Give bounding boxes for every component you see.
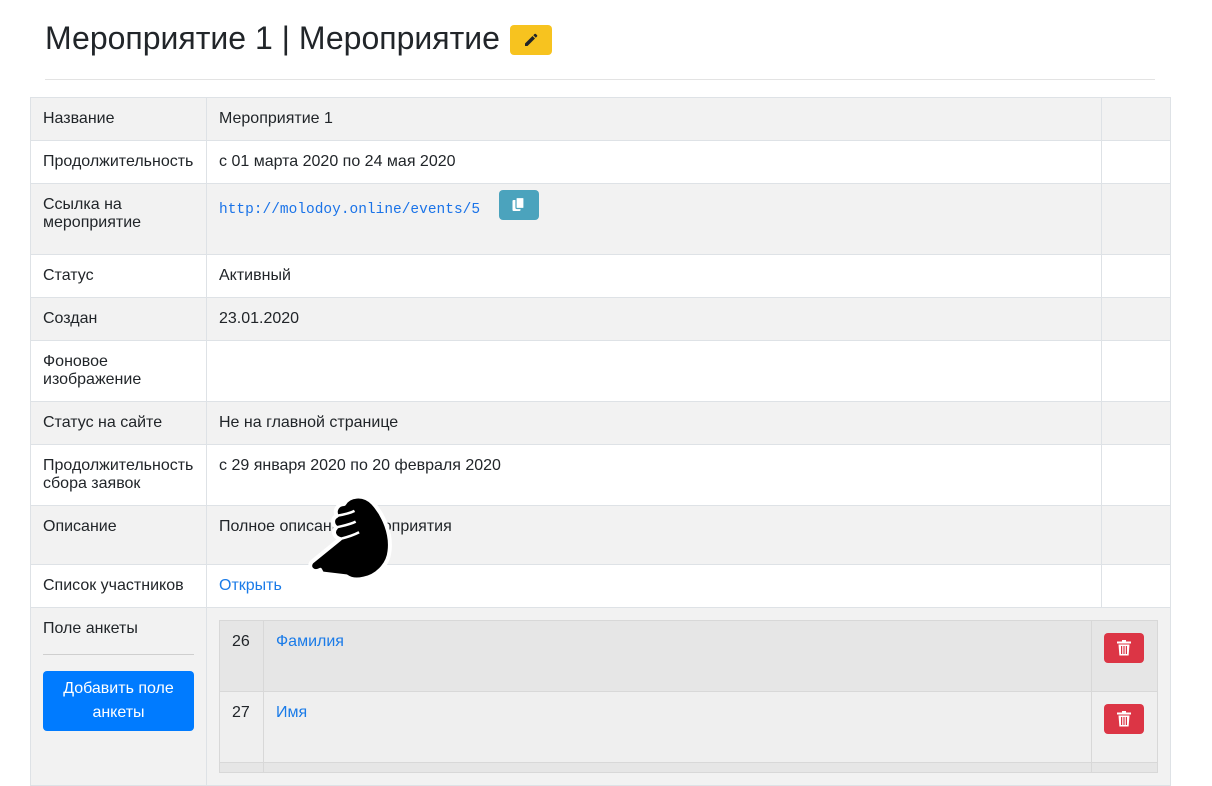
event-link-label: Ссылка на мероприятие (30, 183, 207, 255)
action-cell (1101, 564, 1171, 608)
event-details-table: Название Мероприятие 1 Продолжительность… (30, 97, 1171, 786)
name-label: Название (30, 97, 207, 141)
table-row: Фоновое изображение (30, 340, 1171, 402)
delete-field-button[interactable] (1104, 704, 1144, 734)
action-cell (1101, 97, 1171, 141)
form-field-label: Поле анкеты (43, 620, 138, 637)
table-row: Создан 23.01.2020 (30, 297, 1171, 341)
add-form-field-button[interactable]: Добавить поле анкеты (43, 671, 194, 731)
table-row: Продолжительность сбора заявок с 29 янва… (30, 444, 1171, 506)
form-fields-cell: 26 Фамилия 27 Имя (206, 607, 1171, 786)
table-row (219, 762, 1158, 773)
table-row: 27 Имя (219, 691, 1158, 763)
event-link[interactable]: http://molodoy.online/events/5 (219, 202, 480, 218)
field-id (219, 762, 264, 773)
description-value: Полное описание мероприятия (206, 505, 1102, 565)
table-row: Статус на сайте Не на главной странице (30, 401, 1171, 445)
action-cell (1101, 340, 1171, 402)
description-label: Описание (30, 505, 207, 565)
action-cell (1101, 183, 1171, 255)
action-cell (1101, 401, 1171, 445)
table-row: Продолжительность с 01 марта 2020 по 24 … (30, 140, 1171, 184)
participants-label: Список участников (30, 564, 207, 608)
table-row: Поле анкеты Добавить поле анкеты 26 Фами… (30, 607, 1171, 786)
field-name-cell (263, 762, 1092, 773)
form-field-label-cell: Поле анкеты Добавить поле анкеты (30, 607, 207, 786)
site-status-label: Статус на сайте (30, 401, 207, 445)
action-cell (1101, 254, 1171, 298)
site-status-value: Не на главной странице (206, 401, 1102, 445)
field-name-link[interactable]: Фамилия (276, 633, 344, 650)
page-title: Мероприятие 1 | Мероприятие (45, 20, 500, 56)
page-title-row: Мероприятие 1 | Мероприятие (45, 20, 552, 56)
action-cell (1101, 444, 1171, 506)
status-label: Статус (30, 254, 207, 298)
duration-value: с 01 марта 2020 по 24 мая 2020 (206, 140, 1102, 184)
action-cell (1101, 505, 1171, 565)
created-label: Создан (30, 297, 207, 341)
open-participants-link[interactable]: Открыть (219, 577, 282, 594)
application-period-value: с 29 января 2020 по 20 февраля 2020 (206, 444, 1102, 506)
divider (43, 654, 194, 655)
name-value: Мероприятие 1 (206, 97, 1102, 141)
field-id: 26 (219, 620, 264, 692)
page-header: Мероприятие 1 | Мероприятие (45, 14, 1155, 80)
field-action-cell (1091, 620, 1158, 692)
pencil-icon (524, 33, 538, 46)
field-action-cell (1091, 762, 1158, 773)
field-name-link[interactable]: Имя (276, 704, 307, 721)
application-period-label: Продолжительность сбора заявок (30, 444, 207, 506)
field-name-cell: Имя (263, 691, 1092, 763)
copy-link-button[interactable] (498, 190, 539, 220)
copy-icon (512, 197, 525, 211)
event-link-cell: http://molodoy.online/events/5 (206, 183, 1102, 255)
table-row: Статус Активный (30, 254, 1171, 298)
form-fields-table: 26 Фамилия 27 Имя (219, 620, 1158, 773)
background-value (206, 340, 1102, 402)
participants-cell: Открыть (206, 564, 1102, 608)
table-row: Список участников Открыть (30, 564, 1171, 608)
background-label: Фоновое изображение (30, 340, 207, 402)
created-value: 23.01.2020 (206, 297, 1102, 341)
duration-label: Продолжительность (30, 140, 207, 184)
trash-icon (1117, 711, 1131, 727)
action-cell (1101, 297, 1171, 341)
field-id: 27 (219, 691, 264, 763)
table-row: Название Мероприятие 1 (30, 97, 1171, 141)
table-row: Описание Полное описание мероприятия (30, 505, 1171, 565)
field-name-cell: Фамилия (263, 620, 1092, 692)
trash-icon (1117, 640, 1131, 656)
status-value: Активный (206, 254, 1102, 298)
field-action-cell (1091, 691, 1158, 763)
delete-field-button[interactable] (1104, 633, 1144, 663)
edit-button[interactable] (509, 25, 552, 55)
action-cell (1101, 140, 1171, 184)
table-row: Ссылка на мероприятие http://molodoy.onl… (30, 183, 1171, 255)
table-row: 26 Фамилия (219, 620, 1158, 692)
